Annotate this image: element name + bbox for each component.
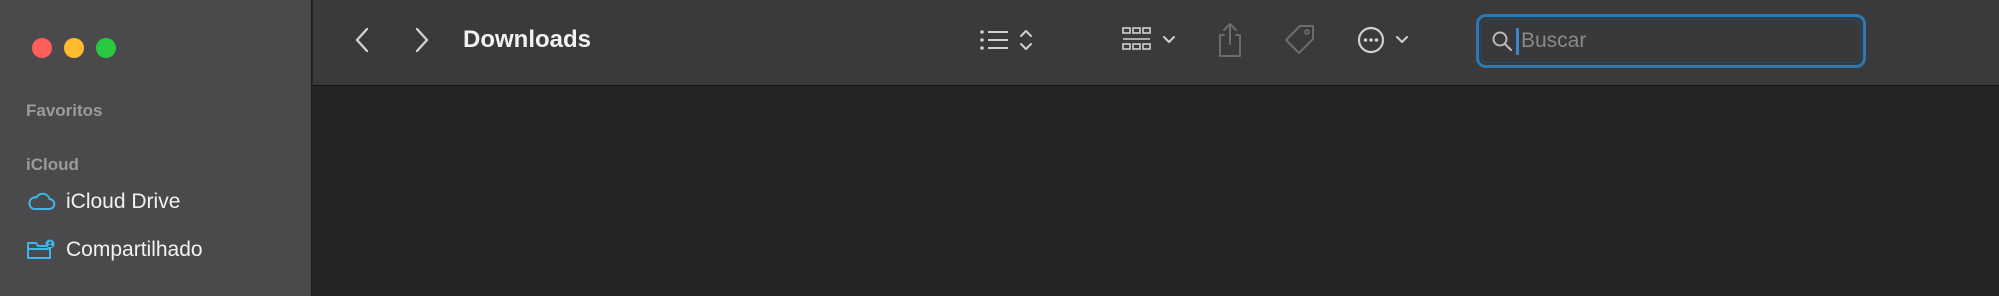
tag-icon	[1282, 22, 1318, 63]
share-button[interactable]	[1213, 20, 1247, 64]
back-chevron-icon	[353, 26, 373, 59]
group-icon	[1121, 25, 1183, 60]
sidebar-item-label: iCloud Drive	[66, 190, 181, 213]
search-field[interactable]	[1476, 14, 1866, 68]
more-actions-button[interactable]	[1353, 22, 1419, 62]
back-button[interactable]	[345, 24, 381, 60]
close-window-button[interactable]	[32, 38, 52, 58]
share-icon	[1215, 20, 1245, 65]
list-view-icon	[978, 25, 1038, 60]
toolbar: Downloads	[313, 0, 1999, 86]
sidebar-section-favoritos: Favoritos	[26, 101, 103, 120]
forward-chevron-icon	[411, 26, 431, 59]
forward-button[interactable]	[403, 24, 439, 60]
sidebar-item-compartilhado[interactable]: Compartilhado	[26, 238, 203, 262]
group-button[interactable]	[1119, 22, 1185, 62]
more-icon	[1355, 24, 1417, 61]
minimize-window-button[interactable]	[64, 38, 84, 58]
window-controls	[32, 38, 116, 58]
search-icon	[1491, 30, 1513, 57]
sidebar-section-icloud: iCloud	[26, 155, 79, 174]
file-list-area[interactable]	[313, 86, 1999, 296]
tag-button[interactable]	[1280, 22, 1320, 62]
sidebar-item-label: Compartilhado	[66, 238, 203, 261]
view-options-button[interactable]	[976, 22, 1040, 62]
shared-folder-icon	[26, 238, 56, 262]
sidebar-item-icloud-drive[interactable]: iCloud Drive	[26, 190, 180, 214]
page-title: Downloads	[463, 26, 592, 53]
sidebar: Favoritos iCloud iCloud Drive Compartilh…	[0, 0, 312, 296]
search-input[interactable]	[1519, 25, 1853, 57]
cloud-icon	[26, 190, 56, 214]
zoom-window-button[interactable]	[96, 38, 116, 58]
